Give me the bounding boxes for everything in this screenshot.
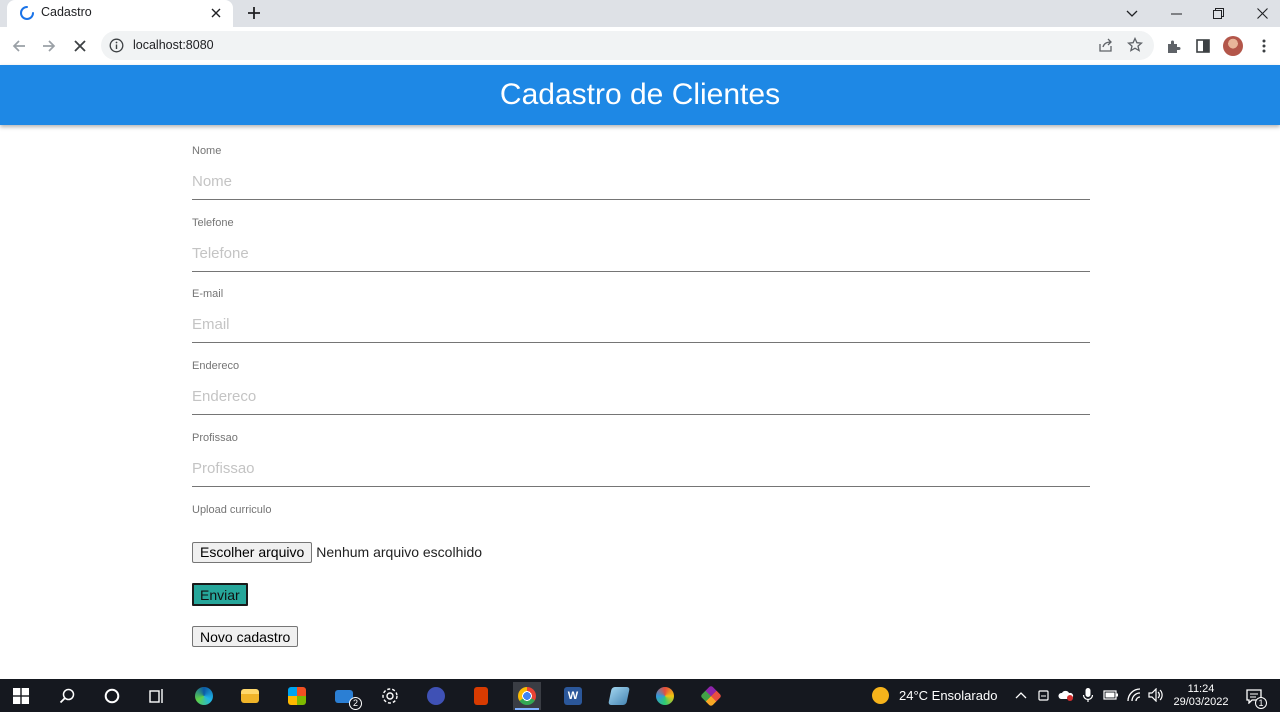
edge-icon[interactable]	[190, 682, 218, 710]
bookmark-star-icon[interactable]	[1126, 36, 1144, 58]
choose-file-button[interactable]: Escolher arquivo	[192, 541, 313, 563]
meet-icon[interactable]	[1036, 687, 1052, 703]
browser-toolbar: localhost:8080	[0, 27, 1280, 65]
windows-start-icon[interactable]	[7, 682, 35, 710]
mail-icon[interactable]: 2	[330, 682, 362, 710]
file-explorer-icon[interactable]	[236, 682, 264, 710]
side-panel-icon[interactable]	[1192, 35, 1214, 57]
taskbar: 2 W 24°C Ensolarado 11:24 29/03/2022 1	[0, 679, 1280, 712]
endereco-input[interactable]	[192, 379, 1090, 415]
page-content: Cadastro de Clientes Nome Telefone E-mai…	[0, 65, 1280, 679]
tab-close-icon[interactable]	[207, 4, 225, 22]
restore-icon[interactable]	[1196, 0, 1240, 27]
loading-spinner-icon	[20, 6, 34, 20]
extensions-puzzle-icon[interactable]	[1162, 35, 1184, 57]
battery-icon[interactable]	[1103, 687, 1119, 703]
nome-input[interactable]	[192, 164, 1090, 200]
chrome-icon[interactable]	[513, 682, 541, 710]
microphone-icon[interactable]	[1080, 687, 1096, 703]
tab-search-icon[interactable]	[1110, 0, 1154, 27]
site-info-icon[interactable]	[109, 38, 124, 53]
weather-widget[interactable]: 24°C Ensolarado	[872, 687, 997, 704]
weather-text: 24°C Ensolarado	[899, 688, 998, 703]
nome-field-group: Nome	[192, 145, 1090, 207]
profissao-label: Profissao	[192, 432, 238, 444]
task-view-icon[interactable]	[143, 682, 171, 710]
profile-avatar[interactable]	[1222, 35, 1244, 57]
clock-date: 29/03/2022	[1173, 696, 1229, 708]
upload-label: Upload curriculo	[192, 504, 272, 516]
address-bar[interactable]: localhost:8080	[101, 31, 1154, 60]
paint-app-icon[interactable]	[651, 682, 679, 710]
profissao-field-group: Profissao	[192, 432, 1090, 494]
wifi-icon[interactable]	[1126, 687, 1142, 703]
git-app-icon[interactable]	[697, 682, 725, 710]
chevron-up-icon[interactable]	[1013, 687, 1029, 703]
onedrive-icon[interactable]	[1058, 687, 1074, 703]
telefone-input[interactable]	[192, 236, 1090, 272]
notifications-icon[interactable]: 1	[1244, 686, 1267, 709]
page-title: Cadastro de Clientes	[499, 78, 781, 111]
forward-icon[interactable]	[39, 36, 59, 56]
clock-time: 11:24	[1187, 683, 1215, 695]
mail-badge: 2	[349, 697, 362, 710]
settings-gear-icon[interactable]	[376, 682, 404, 710]
telefone-label: Telefone	[192, 217, 234, 229]
file-status: Nenhum arquivo escolhido	[316, 544, 483, 560]
menu-kebab-icon[interactable]	[1253, 35, 1275, 57]
tab-title: Cadastro	[41, 5, 92, 19]
email-field-group: E-mail	[192, 288, 1090, 350]
stop-loading-icon[interactable]	[70, 36, 90, 56]
telefone-field-group: Telefone	[192, 217, 1090, 279]
close-window-icon[interactable]	[1240, 0, 1280, 27]
url-text: localhost:8080	[133, 38, 214, 52]
office-icon[interactable]	[467, 682, 495, 710]
browser-tab[interactable]: Cadastro	[7, 0, 233, 27]
cortana-icon[interactable]	[98, 682, 126, 710]
notification-badge: 1	[1255, 697, 1267, 709]
endereco-label: Endereco	[192, 360, 240, 372]
sun-icon	[872, 687, 889, 704]
minimize-icon[interactable]	[1154, 0, 1198, 27]
store-icon[interactable]	[283, 682, 311, 710]
share-icon[interactable]	[1098, 37, 1114, 58]
page-header: Cadastro de Clientes	[0, 65, 1280, 125]
email-input[interactable]	[192, 307, 1090, 343]
browser-tab-strip: Cadastro	[0, 0, 1280, 27]
submit-button[interactable]: Enviar	[192, 583, 248, 606]
word-icon[interactable]: W	[559, 682, 587, 710]
email-label: E-mail	[192, 288, 224, 300]
notes-app-icon[interactable]	[605, 682, 633, 710]
system-clock[interactable]: 11:24 29/03/2022	[1170, 683, 1232, 708]
endereco-field-group: Endereco	[192, 360, 1090, 422]
search-icon[interactable]	[53, 682, 81, 710]
volume-icon[interactable]	[1148, 687, 1164, 703]
nome-label: Nome	[192, 145, 222, 157]
app-c-icon[interactable]	[422, 682, 450, 710]
file-upload: Escolher arquivo Nenhum arquivo escolhid…	[192, 541, 482, 563]
new-register-button[interactable]: Novo cadastro	[192, 626, 299, 647]
new-tab-icon[interactable]	[244, 3, 264, 23]
profissao-input[interactable]	[192, 451, 1090, 487]
back-icon[interactable]	[9, 36, 29, 56]
